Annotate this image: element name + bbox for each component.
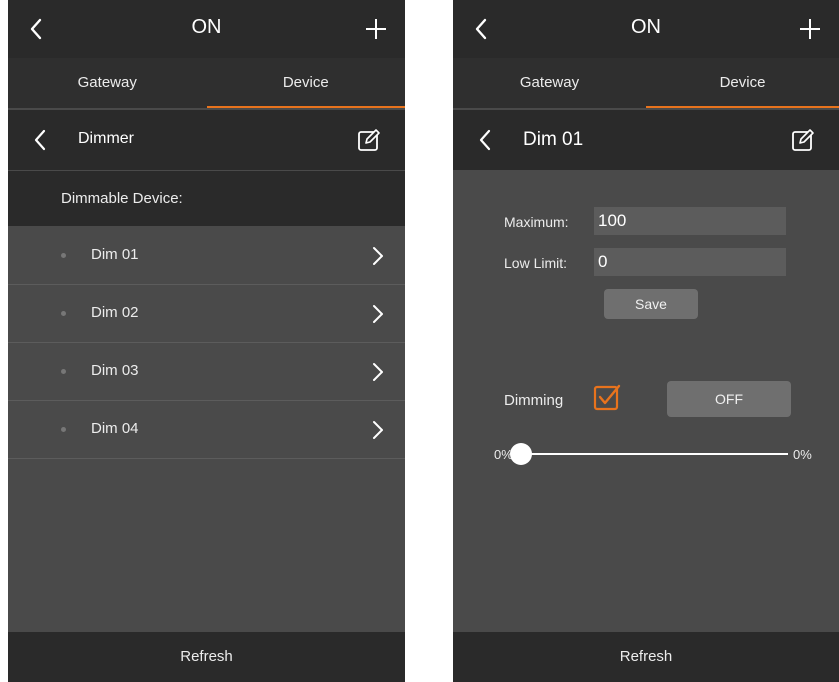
chevron-right-icon (373, 421, 383, 439)
plus-icon[interactable] (361, 14, 391, 44)
sub-header: Dim 01 (453, 110, 839, 170)
device-name: Dim 03 (91, 362, 139, 379)
tab-gateway[interactable]: Gateway (453, 58, 646, 108)
edit-icon[interactable] (357, 128, 381, 152)
page-title: ON (631, 16, 661, 38)
refresh-button[interactable]: Refresh (453, 632, 839, 682)
maximum-input[interactable]: 100 (594, 207, 786, 235)
section-label: Dimmable Device: (61, 190, 183, 207)
top-bar: ON (453, 0, 839, 58)
dimming-toggle-button[interactable]: OFF (667, 381, 791, 417)
dimming-label: Dimming (504, 392, 564, 409)
sub-header: Dimmer (8, 110, 405, 170)
device-list-item[interactable]: Dim 01 (8, 227, 405, 285)
device-name: Dim 04 (91, 420, 139, 437)
low-limit-input[interactable]: 0 (594, 248, 786, 276)
device-name: Dim 01 (91, 246, 139, 263)
device-list-item[interactable]: Dim 03 (8, 343, 405, 401)
section-header: Dimmable Device: (8, 171, 405, 226)
low-limit-label: Low Limit: (504, 255, 568, 271)
page-title: ON (191, 16, 222, 38)
brightness-slider-track[interactable] (523, 453, 788, 455)
brightness-slider-thumb[interactable] (510, 443, 532, 465)
bullet-dot-icon (61, 369, 66, 374)
tab-device[interactable]: Device (206, 58, 405, 108)
device-list-item[interactable]: Dim 02 (8, 285, 405, 343)
bullet-dot-icon (61, 311, 66, 316)
device-list-item[interactable]: Dim 04 (8, 401, 405, 459)
tab-bar: Gateway Device (8, 58, 405, 108)
slider-value-label: 0% (793, 447, 812, 462)
refresh-button[interactable]: Refresh (8, 632, 405, 682)
tab-gateway[interactable]: Gateway (8, 58, 207, 108)
chevron-right-icon (373, 247, 383, 265)
sub-header-title: Dimmer (78, 130, 134, 147)
dimmer-list-screen: ON Gateway Device Dimmer Dimmable Device… (8, 0, 405, 682)
device-name: Dim 02 (91, 304, 139, 321)
top-bar: ON (8, 0, 405, 58)
chevron-right-icon (373, 305, 383, 323)
save-button[interactable]: Save (604, 289, 698, 319)
chevron-right-icon (373, 363, 383, 381)
back-chevron-icon[interactable] (28, 126, 52, 154)
maximum-label: Maximum: (504, 214, 569, 230)
back-chevron-icon[interactable] (473, 126, 497, 154)
plus-icon[interactable] (795, 14, 825, 44)
bullet-dot-icon (61, 253, 66, 258)
tab-bar: Gateway Device (453, 58, 839, 108)
bullet-dot-icon (61, 427, 66, 432)
tab-device[interactable]: Device (646, 58, 839, 108)
device-list: Dim 01 Dim 02 Dim 03 Dim 04 (8, 227, 405, 459)
dimming-checkbox-icon[interactable] (592, 383, 622, 413)
edit-icon[interactable] (791, 128, 815, 152)
sub-header-title: Dim 01 (523, 129, 584, 150)
dimmer-detail-screen: ON Gateway Device Dim 01 Maximum: 100 Lo… (453, 0, 839, 682)
